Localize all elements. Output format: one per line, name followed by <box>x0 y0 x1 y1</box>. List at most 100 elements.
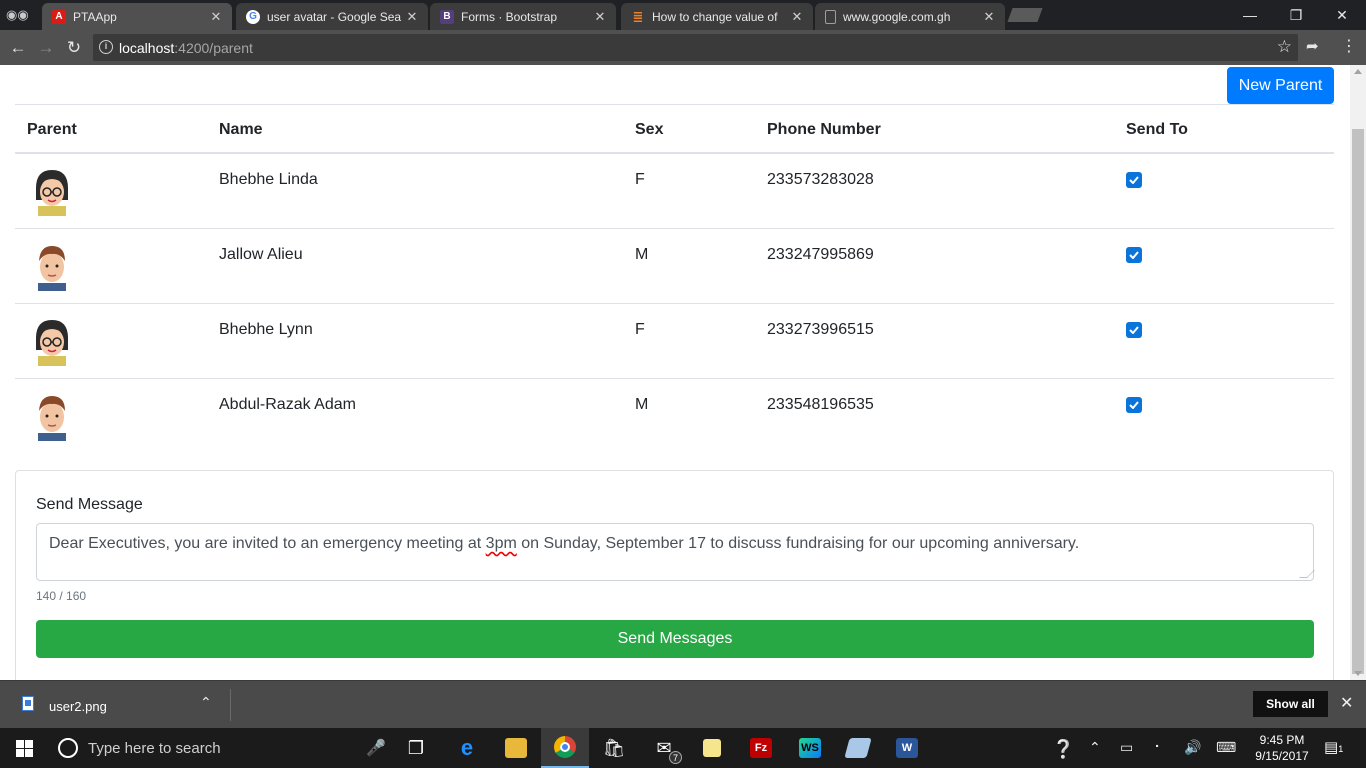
send-to-checkbox[interactable] <box>1126 247 1142 263</box>
tab-google-gh[interactable]: www.google.com.gh ✕ <box>815 3 1005 30</box>
parent-name: Bhebhe Linda <box>219 171 318 188</box>
parent-phone: 233247995869 <box>767 246 874 263</box>
page-scrollbar[interactable] <box>1350 65 1366 680</box>
bootstrap-icon: B <box>440 9 454 24</box>
angular-icon: A <box>52 9 66 24</box>
back-button[interactable]: ← <box>6 36 30 60</box>
parent-name: Jallow Alieu <box>219 246 303 263</box>
windows-start-icon[interactable] <box>16 740 33 757</box>
chevron-up-icon[interactable]: ⌃ <box>1089 739 1101 756</box>
google-icon: G <box>246 9 260 24</box>
taskbar-search[interactable]: Type here to search <box>88 740 221 757</box>
info-icon[interactable]: i <box>99 40 113 54</box>
new-parent-button[interactable]: New Parent <box>1227 67 1334 104</box>
table-header: Parent Name Sex Phone Number Send To <box>15 104 1334 154</box>
show-all-button[interactable]: Show all <box>1253 691 1328 717</box>
tab-title: Forms · Bootstrap <box>461 9 558 24</box>
document-icon <box>825 9 836 24</box>
webstorm-icon[interactable]: WS <box>786 728 834 768</box>
download-filename[interactable]: user2.png <box>49 699 107 714</box>
menu-icon[interactable]: ⋮ <box>1341 36 1357 56</box>
tab-title: PTAApp <box>73 9 117 24</box>
restore-button[interactable]: ❐ <box>1273 0 1319 30</box>
store-icon[interactable]: 🛍 <box>590 728 638 768</box>
table-row: Bhebhe Linda F 233573283028 <box>15 154 1334 229</box>
send-messages-button[interactable]: Send Messages <box>36 620 1314 658</box>
notification-icon[interactable]: ▤1 <box>1324 738 1343 756</box>
close-icon[interactable]: ✕ <box>1340 693 1353 713</box>
battery-icon[interactable]: ▭ <box>1120 739 1133 756</box>
close-icon[interactable]: ✕ <box>590 9 610 25</box>
browser-toolbar: ← → ↻ i localhost:4200/parent ☆ ➦ ⋮ <box>0 30 1366 65</box>
mail-icon[interactable]: ✉ 7 <box>640 728 688 768</box>
message-textarea[interactable]: Dear Executives, you are invited to an e… <box>36 523 1315 581</box>
tab-title: user avatar - Google Sea <box>267 9 402 24</box>
close-icon[interactable]: ✕ <box>787 9 807 25</box>
header-sex: Sex <box>635 121 664 138</box>
address-url[interactable]: localhost:4200/parent <box>119 40 253 56</box>
parent-sex: M <box>635 246 649 263</box>
new-tab-button[interactable] <box>1007 8 1043 22</box>
check-icon <box>1129 251 1139 259</box>
keyboard-icon[interactable]: ⌨ <box>1216 739 1236 756</box>
scroll-thumb[interactable] <box>1352 129 1364 674</box>
incognito-icon: ◉◉ <box>6 7 29 22</box>
female-avatar <box>36 170 68 216</box>
tab-ptaapp[interactable]: A PTAApp ✕ <box>42 3 232 30</box>
taskbar-clock[interactable]: 9:45 PM 9/15/2017 <box>1252 732 1312 764</box>
forward-button[interactable]: → <box>34 36 58 60</box>
table-row: Bhebhe Lynn F 233273996515 <box>15 304 1334 379</box>
tab-google-search[interactable]: G user avatar - Google Sea ✕ <box>236 3 428 30</box>
close-icon[interactable]: ✕ <box>206 9 226 25</box>
clock-time: 9:45 PM <box>1259 733 1305 747</box>
send-to-checkbox[interactable] <box>1126 172 1142 188</box>
microphone-icon[interactable]: 🎤 <box>366 738 386 758</box>
extension-icon[interactable]: ➦ <box>1306 37 1319 55</box>
mail-badge: 7 <box>669 751 682 764</box>
tab-bootstrap-forms[interactable]: B Forms · Bootstrap ✕ <box>430 3 616 30</box>
notification-badge: 1 <box>1338 744 1344 754</box>
close-window-button[interactable]: ✕ <box>1319 0 1365 30</box>
edge-icon[interactable]: e <box>443 728 491 768</box>
check-icon <box>1129 176 1139 184</box>
table-row: Jallow Alieu M 233247995869 <box>15 229 1334 304</box>
volume-icon[interactable]: 🔊 <box>1184 739 1201 756</box>
parents-table: Parent Name Sex Phone Number Send To Bhe… <box>15 104 1334 454</box>
filezilla-icon[interactable]: Fz <box>737 728 785 768</box>
parent-phone: 233273996515 <box>767 321 874 338</box>
sticky-notes-icon[interactable] <box>688 728 736 768</box>
close-icon[interactable]: ✕ <box>402 9 422 25</box>
task-view-icon[interactable]: ❐ <box>392 728 440 768</box>
parent-phone: 233548196535 <box>767 396 874 413</box>
male-avatar <box>38 246 66 291</box>
reload-button[interactable]: ↻ <box>62 36 86 60</box>
image-file-icon <box>22 696 34 711</box>
help-icon[interactable]: ❔ <box>1052 739 1074 760</box>
tab-stackoverflow[interactable]: ≣ How to change value of ✕ <box>621 3 813 30</box>
minimize-button[interactable]: — <box>1227 0 1273 30</box>
bookmark-star-icon[interactable]: ☆ <box>1277 37 1292 57</box>
scroll-up-icon[interactable] <box>1354 69 1362 74</box>
wifi-icon[interactable]: ⠂ <box>1154 739 1164 756</box>
send-message-card: Send Message Dear Executives, you are in… <box>15 470 1334 680</box>
cortana-icon[interactable] <box>58 738 78 758</box>
chevron-up-icon[interactable]: ⌃ <box>200 694 212 711</box>
check-icon <box>1129 326 1139 334</box>
table-row: Abdul-Razak Adam M 233548196535 <box>15 379 1334 454</box>
send-to-checkbox[interactable] <box>1126 397 1142 413</box>
scroll-down-icon[interactable] <box>1354 671 1362 676</box>
parent-phone: 233573283028 <box>767 171 874 188</box>
file-explorer-icon[interactable] <box>492 728 540 768</box>
resize-handle[interactable] <box>1299 570 1315 578</box>
character-counter: 140 / 160 <box>36 589 87 603</box>
chrome-icon[interactable] <box>541 728 589 768</box>
notepad-icon[interactable] <box>834 728 882 768</box>
tab-title: www.google.com.gh <box>843 9 951 24</box>
address-bar[interactable]: i localhost:4200/parent ☆ <box>93 34 1298 61</box>
word-icon[interactable]: W <box>883 728 931 768</box>
tab-title: How to change value of <box>652 9 778 24</box>
parent-name: Abdul-Razak Adam <box>219 396 356 413</box>
clock-date: 9/15/2017 <box>1255 749 1309 763</box>
send-to-checkbox[interactable] <box>1126 322 1142 338</box>
close-icon[interactable]: ✕ <box>979 9 999 25</box>
